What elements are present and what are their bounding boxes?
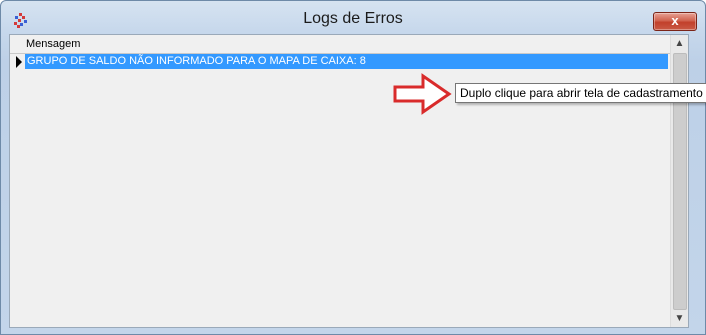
message-cell[interactable]: GRUPO DE SALDO NÃO INFORMADO PARA O MAPA… (25, 54, 668, 69)
row-indicator-icon (16, 56, 22, 68)
error-log-grid: Mensagem GRUPO DE SALDO NÃO INFORMADO PA… (9, 34, 689, 328)
column-header-mensagem[interactable]: Mensagem (26, 38, 80, 50)
tooltip: Duplo clique para abrir tela de cadastra… (455, 83, 706, 103)
table-row[interactable]: GRUPO DE SALDO NÃO INFORMADO PARA O MAPA… (10, 53, 670, 71)
vertical-scrollbar[interactable]: ▲ ▼ (670, 35, 688, 327)
annotation-arrow-icon (393, 73, 452, 115)
logs-window: Logs de Erros x Mensagem GRUPO DE SALDO … (0, 0, 706, 335)
scroll-up-icon[interactable]: ▲ (671, 35, 688, 52)
scroll-down-icon[interactable]: ▼ (671, 310, 688, 327)
grid-header: Mensagem (10, 35, 670, 54)
window-title: Logs de Erros (303, 10, 403, 27)
close-button[interactable]: x (653, 12, 697, 31)
title-bar[interactable]: Logs de Erros x (1, 1, 705, 34)
